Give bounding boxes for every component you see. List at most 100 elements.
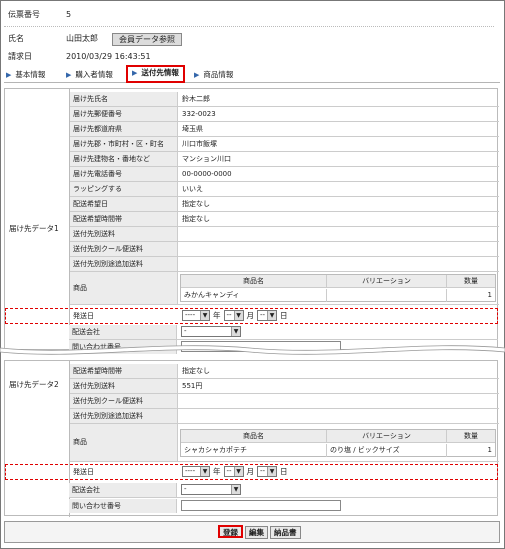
quantity-header: 数量 [447, 275, 495, 288]
quantity-header: 数量 [447, 430, 495, 443]
row-value: 指定なし [182, 200, 210, 208]
delivery-note-button[interactable]: 納品書 [270, 526, 301, 539]
row-value: 332-0023 [182, 110, 216, 118]
product-name-header: 商品名 [181, 275, 327, 288]
carrier-select[interactable]: - ▼ [181, 484, 241, 495]
detail-row: 配送希望時間帯 指定なし [70, 212, 499, 227]
product-name-cell: みかんキャンディ [181, 289, 327, 302]
select-value: -- [260, 467, 266, 475]
carrier-row: 配送会社 - ▼ [69, 325, 498, 340]
row-key: 届け先建物名・番地など [70, 152, 178, 166]
slip-number-row: 伝票番号 5 [8, 8, 308, 22]
member-data-button[interactable]: 会員データ参照 [112, 33, 182, 46]
action-bar: 登録 編集 納品書 [4, 521, 500, 543]
row-key: 配送希望日 [70, 197, 178, 211]
triangle-right-icon: ▶ [6, 71, 12, 79]
variation-header: バリエーション [327, 275, 447, 288]
slip-number-value: 5 [66, 10, 72, 19]
ship-month-select[interactable]: -- ▼ [223, 310, 244, 321]
year-unit: 年 [213, 467, 221, 476]
row-key: 届け先郵便番号 [70, 107, 178, 121]
row-key: 送付先別別途追加送料 [70, 409, 178, 423]
billing-date-label: 請求日 [8, 52, 32, 61]
row-value: 指定なし [182, 215, 210, 223]
ship-year-select[interactable]: ---- ▼ [182, 466, 210, 477]
row-value: 川口市飯塚 [182, 140, 217, 148]
product-row: 商品 商品名 バリエーション 数量 シャカシャカポテチ のり塩 / ビックサイズ… [70, 424, 499, 462]
chevron-down-icon: ▼ [233, 467, 243, 476]
destination-1-section: 届け先データ1 届け先氏名 鈴木二郎 届け先郵便番号 332-0023 届け先都道府… [4, 88, 499, 354]
billing-date-row: 請求日 2010/03/29 16:43:51 [8, 50, 308, 64]
tracking-number-input[interactable] [181, 500, 341, 511]
triangle-right-icon: ▶ [132, 69, 138, 77]
triangle-right-icon: ▶ [66, 71, 72, 79]
select-value: -- [226, 467, 232, 475]
register-button[interactable]: 登録 [218, 525, 243, 538]
tab-destination-info[interactable]: ▶ 送付先情報 [126, 65, 185, 83]
chevron-down-icon: ▼ [200, 311, 209, 320]
ship-day-select[interactable]: -- ▼ [257, 466, 277, 477]
year-unit: 年 [213, 311, 221, 320]
product-row: 商品 商品名 バリエーション 数量 みかんキャンディ 1 [70, 272, 499, 305]
product-name-header: 商品名 [181, 430, 327, 443]
ship-date-label: 発送日 [73, 468, 94, 476]
chevron-down-icon: ▼ [267, 467, 276, 476]
select-value: -- [226, 311, 232, 319]
month-unit: 月 [246, 311, 255, 320]
detail-row: 送付先別クール便送料 [70, 242, 499, 257]
detail-row: 送付先別クール便送料 [70, 394, 499, 409]
row-value: 551円 [182, 382, 203, 390]
select-value: - [184, 327, 187, 335]
product-table: 商品名 バリエーション 数量 みかんキャンディ 1 [180, 274, 496, 302]
carrier-select[interactable]: - ▼ [181, 326, 241, 337]
row-key: ラッピングする [70, 182, 178, 196]
row-value: いいえ [182, 185, 203, 193]
row-value: マンション川口 [182, 155, 231, 163]
row-value: 鈴木二郎 [182, 95, 210, 103]
variation-header: バリエーション [327, 430, 447, 443]
detail-row: ラッピングする いいえ [70, 182, 499, 197]
ship-date-label: 発送日 [73, 312, 94, 320]
product-table: 商品名 バリエーション 数量 シャカシャカポテチ のり塩 / ビックサイズ 1 [180, 429, 496, 457]
product-label: 商品 [70, 424, 178, 461]
tab-bar: ▶ 基本情報 ▶ 購入者情報 ▶ 送付先情報 ▶ 商品情報 [4, 65, 500, 83]
row-value: 指定なし [182, 367, 210, 375]
variation-cell [327, 289, 447, 302]
row-key: 送付先別クール便送料 [70, 242, 178, 256]
customer-name-value: 山田太郎 [66, 34, 98, 43]
detail-row: 送付先別送料 551円 [70, 379, 499, 394]
select-value: - [184, 485, 187, 493]
month-unit: 月 [246, 467, 255, 476]
day-unit: 日 [280, 311, 288, 320]
ship-year-select[interactable]: ---- ▼ [182, 310, 210, 321]
product-label: 商品 [70, 272, 178, 304]
chevron-down-icon: ▼ [231, 327, 240, 336]
tab-basic-info[interactable]: ▶ 基本情報 [6, 67, 45, 83]
tracking-row: 問い合わせ番号 [69, 499, 498, 514]
quantity-cell: 1 [487, 446, 492, 454]
row-key: 届け先郡・市町村・区・町名 [70, 137, 178, 151]
row-key: 送付先別クール便送料 [70, 394, 178, 408]
detail-row: 届け先郵便番号 332-0023 [70, 107, 499, 122]
chevron-down-icon: ▼ [231, 485, 240, 494]
detail-row: 届け先郡・市町村・区・町名 川口市飯塚 [70, 137, 499, 152]
row-key: 配送希望時間帯 [70, 364, 178, 378]
detail-row: 送付先別別途追加送料 [70, 257, 499, 272]
row-key: 配送希望時間帯 [70, 212, 178, 226]
customer-name-label: 氏名 [8, 34, 24, 43]
chevron-down-icon: ▼ [233, 311, 243, 320]
ship-month-select[interactable]: -- ▼ [223, 466, 244, 477]
edit-button[interactable]: 編集 [245, 526, 268, 539]
tab-label: 送付先情報 [141, 68, 179, 77]
detail-row: 送付先別送料 [70, 227, 499, 242]
detail-row: 配送希望日 指定なし [70, 197, 499, 212]
tab-buyer-info[interactable]: ▶ 購入者情報 [66, 67, 113, 83]
tab-product-info[interactable]: ▶ 商品情報 [194, 67, 233, 83]
tracking-label: 問い合わせ番号 [69, 499, 177, 513]
quantity-cell: 1 [487, 291, 492, 299]
row-value: 00-0000-0000 [182, 170, 232, 178]
ship-day-select[interactable]: -- ▼ [257, 310, 277, 321]
row-value: 埼玉県 [182, 125, 203, 133]
detail-row: 届け先氏名 鈴木二郎 [70, 92, 499, 107]
carrier-label: 配送会社 [69, 325, 177, 339]
